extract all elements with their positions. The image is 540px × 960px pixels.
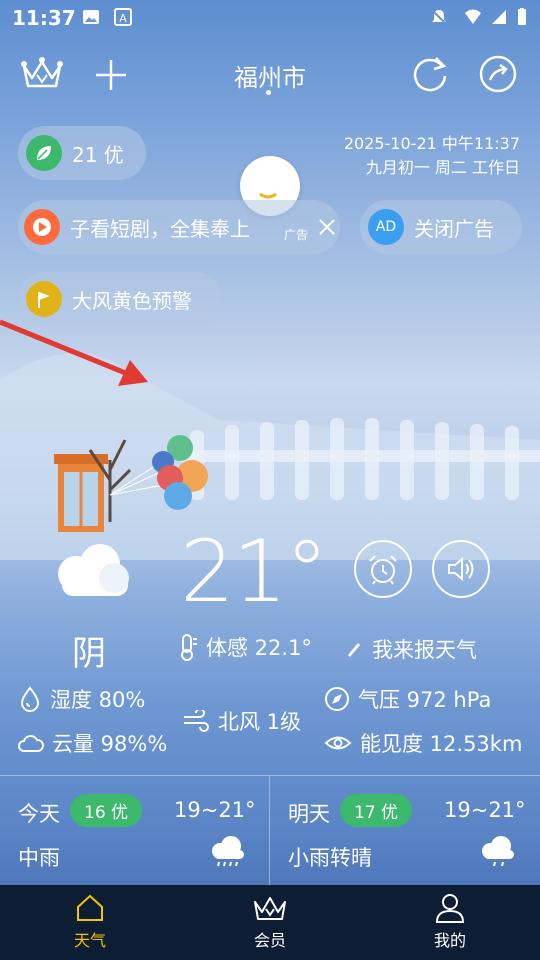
forecast-range: 19~21° — [174, 798, 256, 822]
bottom-nav: 天气 会员 我的 — [0, 885, 540, 960]
visibility: 能见度 12.53km — [324, 728, 522, 758]
leaf-icon — [26, 135, 62, 171]
date-line2: 九月初一 周二 工作日 — [365, 158, 520, 177]
forecast-range: 19~21° — [444, 798, 526, 822]
report-weather-text: 我来报天气 — [372, 638, 477, 662]
forecast-desc: 中雨 — [18, 846, 60, 870]
cloud-cover-text: 云量 98%% — [52, 732, 168, 756]
close-ad-label: 关闭广告 — [414, 216, 494, 241]
feels-like: 体感 22.1° — [176, 632, 312, 662]
date-block: 2025-10-21 中午11:37 九月初一 周二 工作日 — [344, 132, 520, 180]
forecast-tomorrow[interactable]: 明天 17 优 19~21° 小雨转晴 — [270, 776, 540, 886]
humidity: 湿度 80% — [18, 684, 145, 714]
battery-icon — [518, 8, 526, 25]
feels-like-text: 体感 22.1° — [206, 636, 312, 660]
ad-tag: 广告 — [284, 227, 309, 242]
home-icon — [77, 894, 103, 921]
cloud-icon — [58, 544, 129, 596]
aqi-pill[interactable]: 21 优 — [18, 126, 146, 180]
nav-profile[interactable]: 我的 — [390, 893, 510, 951]
wifi-icon — [465, 9, 481, 24]
font-app-icon: A — [114, 8, 132, 26]
close-ad-button[interactable]: AD 关闭广告 — [360, 200, 522, 254]
humidity-text: 湿度 80% — [50, 688, 146, 712]
rain-cloud-icon — [212, 836, 244, 867]
nav-weather[interactable]: 天气 — [30, 893, 150, 951]
eye-icon — [324, 736, 352, 750]
ad-badge-icon: AD — [368, 209, 404, 245]
mute-icon — [431, 9, 447, 25]
cloud-cover: 云量 98%% — [18, 728, 167, 758]
cloud-outline-icon — [18, 735, 44, 752]
svg-text:A: A — [119, 12, 127, 25]
alarm-button[interactable] — [354, 540, 412, 598]
forecast-today[interactable]: 今天 16 优 19~21° 中雨 — [0, 776, 270, 886]
status-time: 11:37 — [12, 6, 76, 30]
nav-member-label: 会员 — [253, 931, 286, 950]
light-rain-cloud-icon — [482, 836, 514, 867]
forecast-section: 今天 16 优 19~21° 中雨 明天 17 优 19~21° 小雨转晴 — [0, 775, 540, 886]
wind: 北风 1级 — [182, 706, 301, 736]
wind-text: 北风 1级 — [218, 710, 302, 734]
speaker-icon — [448, 556, 474, 582]
water-drop-icon — [20, 686, 40, 712]
thermometer-icon — [181, 634, 197, 661]
nav-weather-label: 天气 — [73, 931, 106, 950]
report-weather-link[interactable]: 我来报天气 — [344, 634, 477, 664]
image-icon — [83, 10, 99, 24]
page-indicator-dot — [266, 90, 271, 95]
current-temperature: 21° — [180, 522, 328, 622]
forecast-aqi-badge: 17 优 — [340, 794, 413, 827]
wind-icon — [184, 710, 209, 732]
status-bar: 11:37 A — [0, 0, 540, 38]
person-icon — [435, 894, 465, 923]
nav-member[interactable]: 会员 — [210, 893, 330, 951]
refresh-icon[interactable] — [410, 54, 450, 94]
forecast-day: 明天 — [288, 802, 330, 826]
pressure: 气压 972 hPa — [324, 684, 491, 714]
ad-text: 子看短剧，全集奉上 — [70, 216, 250, 241]
video-app-icon — [24, 209, 60, 245]
voice-broadcast-button[interactable] — [432, 540, 490, 598]
compass-icon — [325, 687, 349, 711]
visibility-text: 能见度 12.53km — [360, 732, 523, 756]
ad-banner[interactable]: 子看短剧，全集奉上 广告 — [18, 200, 340, 254]
alarm-clock-icon — [369, 555, 397, 585]
city-title[interactable]: 福州市 — [0, 58, 540, 93]
signal-icon — [492, 10, 506, 24]
pressure-text: 气压 972 hPa — [358, 688, 492, 712]
forecast-aqi-badge: 16 优 — [70, 794, 143, 827]
weather-alert-pill[interactable]: 大风黄色预警 — [18, 272, 222, 326]
condition-label: 阴 — [72, 634, 106, 674]
alert-text: 大风黄色预警 — [72, 288, 192, 313]
share-icon[interactable] — [478, 54, 518, 94]
forecast-day: 今天 — [18, 802, 60, 826]
forecast-desc: 小雨转晴 — [288, 846, 372, 870]
pencil-icon — [348, 643, 360, 657]
flag-icon — [26, 281, 62, 317]
date-line1: 2025-10-21 中午11:37 — [343, 134, 520, 153]
aqi-value: 21 优 — [72, 142, 124, 167]
close-ad-icon[interactable] — [318, 218, 336, 236]
crown-icon — [254, 897, 286, 920]
nav-profile-label: 我的 — [433, 931, 466, 950]
